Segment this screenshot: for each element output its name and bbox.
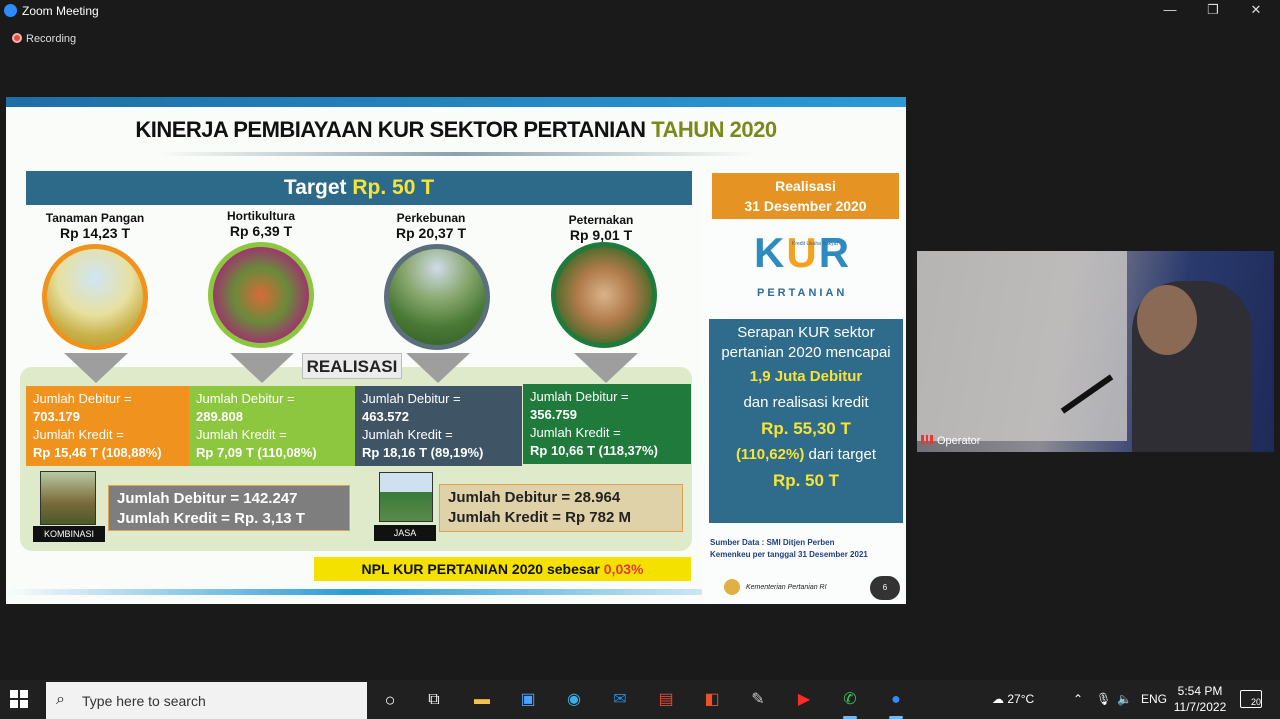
weather-temp: 27°C bbox=[1007, 692, 1035, 706]
recording-label: Recording bbox=[26, 33, 77, 45]
vegetables-image bbox=[208, 242, 314, 348]
paint-icon[interactable]: ✎ bbox=[743, 685, 773, 715]
window-title: Zoom Meeting bbox=[22, 4, 99, 18]
cattle-image bbox=[551, 242, 657, 348]
realisasi-date-box: Realisasi 31 Desember 2020 bbox=[712, 173, 899, 219]
slide-title: KINERJA PEMBIAYAAN KUR SEKTOR PERTANIAN … bbox=[135, 117, 777, 142]
notification-center-icon[interactable]: 20 bbox=[1240, 690, 1262, 708]
slide-bottom-wave bbox=[6, 589, 706, 595]
whatsapp-icon[interactable]: ✆ bbox=[835, 685, 865, 719]
clock-date: 11/7/2022 bbox=[1173, 700, 1227, 714]
serapan-summary: Serapan KUR sektor pertanian 2020 mencap… bbox=[709, 319, 903, 523]
store-icon[interactable]: ▣ bbox=[513, 685, 543, 715]
window-titlebar: Zoom Meeting — ❐ ✕ bbox=[0, 0, 1280, 22]
zoom-logo-icon bbox=[4, 4, 17, 17]
weather-widget[interactable]: ☁ 27°C bbox=[992, 680, 1034, 719]
edge-icon[interactable]: ◉ bbox=[559, 685, 589, 715]
language-indicator[interactable]: ENG bbox=[1141, 680, 1167, 719]
realisasi-header: REALISASI bbox=[302, 353, 402, 379]
arrow-down-icon bbox=[406, 353, 470, 383]
plantation-image bbox=[384, 244, 490, 350]
arrow-down-icon bbox=[64, 353, 128, 383]
shared-slide: KINERJA PEMBIAYAAN KUR SEKTOR PERTANIAN … bbox=[6, 97, 906, 604]
category-tanaman-pangan: Tanaman Pangan Rp 14,23 T bbox=[45, 211, 145, 241]
arrow-down-icon bbox=[574, 353, 638, 383]
jasa-tractor-image bbox=[379, 472, 433, 522]
ministry-logo-icon bbox=[724, 579, 740, 595]
cortana-icon[interactable]: ○ bbox=[375, 685, 405, 715]
search-icon: ⌕ bbox=[56, 691, 65, 708]
category-hortikultura: Hortikultura Rp 6,39 T bbox=[226, 209, 295, 239]
clock-time: 5:54 PM bbox=[1177, 684, 1223, 698]
realisasi-box-hortikultura: Jumlah Debitur = 289.808 Jumlah Kredit = Rp… bbox=[189, 386, 355, 466]
signal-bars-icon bbox=[921, 435, 933, 444]
volume-icon[interactable]: 🔈 bbox=[1117, 680, 1132, 719]
search-placeholder: Type here to search bbox=[82, 693, 206, 709]
youtube-icon[interactable]: ▶ bbox=[789, 685, 819, 715]
taskbar-search-box[interactable]: ⌕ Type here to search bbox=[46, 682, 367, 719]
arrow-down-icon bbox=[230, 353, 294, 383]
minimize-button[interactable]: — bbox=[1150, 0, 1190, 22]
mail-icon[interactable]: ✉ bbox=[605, 685, 635, 715]
kombinasi-box: Jumlah Debitur = 142.247 Jumlah Kredit = … bbox=[108, 485, 350, 531]
windows-taskbar: ⌕ Type here to search ○ ⧉ ▬ ▣ ◉ ✉ ▤ ◧ ✎ … bbox=[0, 680, 1280, 719]
tray-chevron-icon[interactable]: ⌃ bbox=[1073, 680, 1083, 719]
cloud-icon: ☁ bbox=[992, 692, 1004, 706]
zoom-taskbar-icon[interactable]: ● bbox=[881, 685, 911, 719]
speaker-head bbox=[1137, 285, 1197, 355]
news-icon[interactable]: ▤ bbox=[651, 685, 681, 715]
microphone-tray-icon[interactable]: 🎙 bbox=[1096, 680, 1111, 719]
rice-field-image bbox=[42, 244, 148, 350]
title-underline bbox=[156, 152, 756, 156]
kombinasi-image bbox=[40, 471, 96, 525]
participant-video[interactable]: Operator bbox=[917, 251, 1274, 452]
taskbar-clock[interactable]: 5:54 PM 11/7/2022 bbox=[1170, 683, 1230, 715]
recording-icon bbox=[12, 33, 22, 43]
npl-banner: NPL KUR PERTANIAN 2020 sebesar 0,03% bbox=[314, 557, 691, 581]
jasa-box: Jumlah Debitur = 28.964 Jumlah Kredit = R… bbox=[439, 484, 683, 532]
realisasi-box-perkebunan: Jumlah Debitur = 463.572 Jumlah Kredit = Rp… bbox=[355, 386, 522, 466]
ministry-footer: Kementerian Pertanian RI bbox=[724, 579, 827, 595]
category-peternakan: Peternakan Rp 9,01 T bbox=[568, 213, 634, 243]
maximize-button[interactable]: ❐ bbox=[1193, 0, 1233, 22]
recording-indicator[interactable]: Recording bbox=[12, 33, 76, 45]
realisasi-box-peternakan: Jumlah Debitur = 356.759 Jumlah Kredit = Rp… bbox=[523, 384, 691, 464]
data-source: Sumber Data : SMI Ditjen Perben Kemenkeu … bbox=[710, 538, 868, 559]
file-explorer-icon[interactable]: ▬ bbox=[467, 685, 497, 715]
slide-top-bar bbox=[6, 97, 906, 107]
background-screen bbox=[917, 251, 1127, 441]
task-view-icon[interactable]: ⧉ bbox=[419, 685, 449, 715]
target-banner: Target Rp. 50 T bbox=[26, 171, 692, 205]
page-number: 6 bbox=[870, 576, 900, 600]
participant-name: Operator bbox=[921, 435, 980, 447]
close-button[interactable]: ✕ bbox=[1236, 0, 1276, 22]
office-icon[interactable]: ◧ bbox=[697, 685, 727, 715]
kur-logo: KUR Kredit Usaha Rakyat PERTANIAN bbox=[754, 229, 852, 299]
jasa-label: JASA bbox=[374, 525, 436, 541]
category-perkebunan: Perkebunan Rp 20,37 T bbox=[395, 211, 467, 241]
realisasi-box-tanaman-pangan: Jumlah Debitur = 703.179 Jumlah Kredit = Rp… bbox=[26, 386, 189, 466]
windows-start-icon[interactable] bbox=[10, 690, 28, 708]
kombinasi-label: KOMBINASI bbox=[33, 526, 105, 542]
